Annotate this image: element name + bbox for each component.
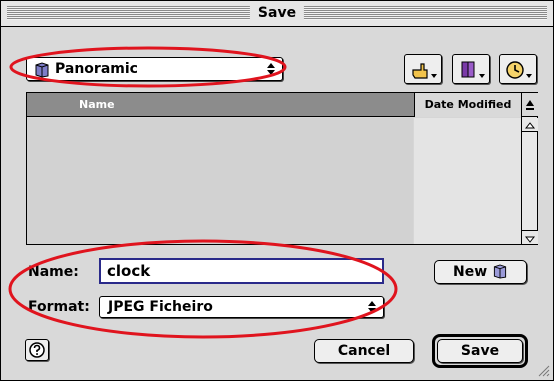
folder-icon — [35, 62, 49, 78]
file-list-name-column[interactable] — [27, 118, 413, 244]
window-title: Save — [249, 4, 305, 22]
file-list-header: Name Date Modified — [27, 93, 521, 117]
cancel-button[interactable]: Cancel — [314, 339, 414, 363]
book-icon — [461, 61, 485, 78]
folder-icon — [493, 264, 507, 279]
vertical-scrollbar[interactable] — [521, 93, 538, 244]
help-button[interactable] — [25, 339, 49, 361]
chevron-updown-icon — [368, 301, 376, 313]
scroll-down-arrow[interactable] — [522, 230, 538, 244]
location-popup[interactable]: Panoramic — [26, 57, 283, 81]
title-bar[interactable]: Save — [1, 1, 553, 27]
shortcuts-button[interactable] — [452, 54, 490, 84]
go-up-folder-button[interactable] — [404, 54, 442, 84]
arrow-down-icon — [524, 236, 536, 243]
clock-icon — [506, 61, 532, 79]
column-header-name[interactable]: Name — [27, 93, 413, 117]
name-label: Name: — [28, 264, 79, 280]
format-popup-label: JPEG Ficheiro — [108, 299, 213, 315]
new-folder-button[interactable]: New — [434, 260, 527, 284]
resize-handle-icon[interactable] — [536, 363, 550, 377]
sort-arrow-icon — [526, 100, 534, 110]
save-dialog: Save Panoramic Name Date Modified Name: … — [0, 0, 554, 381]
column-header-date-modified[interactable]: Date Modified — [414, 93, 521, 117]
arrow-up-icon — [524, 122, 536, 129]
chevron-updown-icon — [267, 63, 275, 75]
format-popup[interactable]: JPEG Ficheiro — [99, 296, 384, 318]
scroll-up-arrow[interactable] — [522, 118, 538, 132]
new-folder-label: New — [452, 264, 488, 280]
help-icon — [29, 342, 45, 358]
name-input[interactable]: clock — [99, 258, 384, 284]
location-popup-label: Panoramic — [55, 61, 138, 77]
recent-items-button[interactable] — [499, 54, 537, 84]
sort-order-button[interactable] — [522, 93, 538, 117]
file-list[interactable]: Name Date Modified — [26, 92, 538, 245]
file-list-date-column[interactable] — [414, 118, 521, 244]
pointing-hand-icon — [412, 63, 437, 79]
save-button[interactable]: Save — [437, 339, 523, 363]
format-label: Format: — [28, 299, 90, 315]
